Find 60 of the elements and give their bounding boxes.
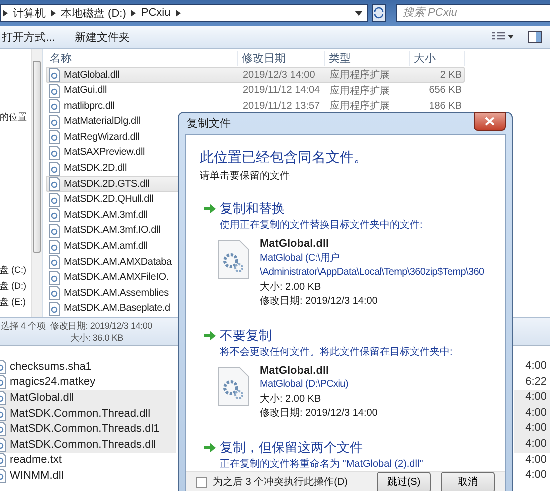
file-name: MatGlobal.dll (10, 392, 74, 404)
file-name: MatSDK.Common.Thread.dll (10, 408, 151, 420)
file-time: 4:00 (514, 436, 550, 453)
file-name: MatGlobal.dll (64, 70, 120, 80)
file-time: 4:00 (514, 406, 550, 422)
total-size: 大小: 36.0 KB (70, 332, 124, 344)
file-size: 2 KB (439, 70, 463, 80)
file-name: MatGui.dll (64, 85, 108, 96)
file-name: MatGlobal.dll (260, 364, 330, 378)
file-date: 修改日期: 2019/12/3 14:00 (260, 295, 379, 309)
file-date: 修改日期: 2019/12/3 14:00 (260, 407, 378, 421)
file-location: MatGlobal (D:\PCxiu) (260, 378, 350, 392)
file-size: 大小: 2.00 KB (260, 280, 322, 294)
file-name: MatSDK.Common.Threads.dll (10, 438, 156, 451)
file-time: 4:00 (524, 359, 548, 374)
file-size: 656 KB (428, 85, 463, 96)
file-name: MatSDK.AM.AMXDataba (64, 256, 172, 268)
file-name: magics24.matkey (10, 376, 96, 388)
file-name: MatSDK.AM.3mf.dll (64, 210, 148, 221)
file-time: 4:00 (524, 452, 548, 468)
file-type: 应用程序扩展 (329, 68, 391, 82)
file-size: 大小: 2.00 KB (260, 392, 322, 406)
file-date: 2019/12/3 14:00 (242, 70, 316, 80)
file-name: MatGlobal.dll (260, 237, 330, 252)
file-name: matlibprc.dll (64, 100, 115, 112)
file-name: MatSDK.AM.Baseplate.d (64, 303, 170, 314)
file-name: MatSDK.2D.GTS.dll (64, 178, 150, 190)
file-name: MatMaterialDlg.dll (64, 116, 140, 128)
file-time: 4:00 (524, 468, 548, 484)
dialog-title: 复制文件 (187, 116, 231, 131)
file-name: MatSDK.AM.Assemblies (64, 288, 169, 299)
file-type: 应用程序扩展 (329, 84, 391, 98)
file-name: MatSDK.2D.dll (64, 163, 127, 174)
file-date: 2019/11/12 14:04 (242, 85, 322, 96)
file-name: readme.txt (10, 454, 62, 466)
file-date: 2019/11/12 13:57 (242, 100, 322, 112)
file-name: MatSDK.AM.AMXFileIO. (64, 272, 169, 284)
file-size: 186 KB (428, 100, 463, 112)
file-name: MatSDK.AM.3mf.IO.dll (64, 225, 161, 236)
file-name: MatRegWizard.dll (64, 132, 140, 143)
modified-date: 修改日期: 2019/12/3 14:00 (50, 320, 152, 332)
file-name: WINMM.dll (10, 470, 64, 482)
file-name: checksums.sha1 (10, 360, 92, 373)
file-time: 4:00 (514, 390, 550, 406)
option-description: 正在复制的文件将重命名为 "MatGlobal (2).dll" (220, 458, 424, 470)
file-time: 6:22 (524, 374, 548, 390)
option-description: 使用正在复制的文件替换目标文件夹中的文件: (220, 218, 424, 232)
file-name: MatSDK.AM.amf.dll (64, 241, 148, 252)
file-name: MatSAXPreview.dll (64, 147, 146, 158)
file-location: MatGlobal (C:\用户 (260, 252, 341, 266)
file-location: \Administrator\AppData\Local\Temp\360zip$Temp\360 (260, 266, 484, 280)
selection-count: 选择 4 个项 (1, 320, 46, 332)
option-description: 将不会更改任何文件。将此文件保留在目标文件夹中: (220, 346, 454, 358)
file-name: MatSDK.Common.Threads.dl1 (10, 423, 160, 436)
file-time: 4:00 (514, 421, 550, 437)
checkbox-label: 为之后 3 个冲突执行此操作(D) (213, 476, 348, 489)
file-type: 应用程序扩展 (329, 100, 391, 114)
instruction-text: 请单击要保留的文件 (200, 170, 291, 183)
file-name: MatSDK.2D.QHull.dll (64, 194, 154, 206)
dialog-heading: 此位置已经包含同名文件。 (200, 149, 369, 167)
